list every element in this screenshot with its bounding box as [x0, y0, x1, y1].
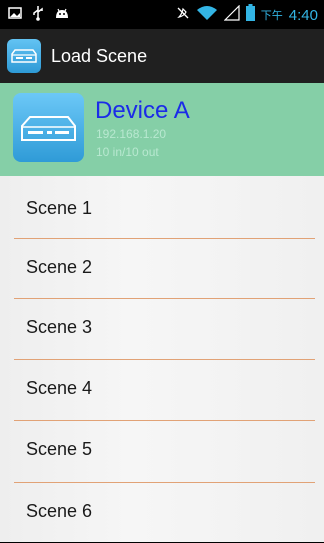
- image-icon: [8, 6, 22, 24]
- scene-item[interactable]: Scene 3: [0, 299, 324, 359]
- mute-icon: [176, 6, 190, 25]
- scene-label: Scene 2: [26, 257, 93, 277]
- scene-label: Scene 3: [26, 317, 93, 337]
- device-io: 10 in/10 out: [96, 145, 159, 159]
- device-header: Device A 192.168.1.20 10 in/10 out: [0, 83, 324, 176]
- scene-item[interactable]: Scene 5: [0, 421, 324, 481]
- scene-item[interactable]: Scene 2: [0, 239, 324, 299]
- device-app-icon[interactable]: [7, 39, 41, 73]
- usb-icon: [32, 5, 44, 26]
- page-title: Load Scene: [51, 45, 148, 66]
- time-prefix: 下午: [260, 9, 283, 22]
- device-ip: 192.168.1.20: [96, 127, 167, 141]
- scene-item[interactable]: Scene 6: [0, 483, 324, 543]
- action-bar: Load Scene: [0, 29, 324, 83]
- scene-item[interactable]: Scene 4: [0, 360, 324, 420]
- clock: 4:40: [288, 6, 318, 24]
- scene-label: Scene 6: [26, 501, 93, 521]
- wifi-icon: [196, 5, 218, 26]
- scene-label: Scene 1: [26, 198, 93, 218]
- battery-icon: [245, 4, 255, 26]
- device-name: Device A: [95, 97, 190, 124]
- signal-icon: [223, 4, 240, 26]
- scene-label: Scene 4: [26, 378, 93, 398]
- scene-item[interactable]: Scene 1: [0, 180, 324, 240]
- status-bar: 下午 4:40: [0, 0, 324, 29]
- android-debug-icon: [54, 6, 70, 24]
- scene-label: Scene 5: [26, 439, 93, 459]
- scene-list: Scene 1 Scene 2 Scene 3 Scene 4 Scene 5 …: [0, 176, 324, 542]
- matrix-device-icon: [13, 93, 84, 162]
